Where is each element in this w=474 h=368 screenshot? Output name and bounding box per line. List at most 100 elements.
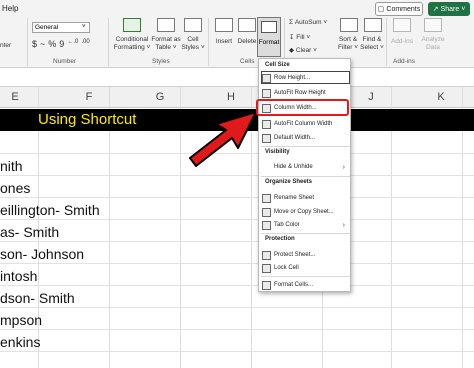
format-button[interactable]: Format [257, 17, 281, 57]
font-group-snippet: nter [0, 42, 12, 49]
comma-style-button[interactable]: 9 [59, 39, 64, 49]
comments-label: Comments [386, 5, 421, 13]
grid-line [0, 351, 474, 352]
addins-group-label: Add-ins [393, 58, 416, 65]
column-header-J[interactable]: J [356, 87, 386, 108]
menu-item-autofit-column-width[interactable]: AutoFit Column Width [262, 118, 348, 130]
share-icon: ↗ [432, 6, 439, 13]
cell-name[interactable]: eillington- Smith [0, 199, 100, 221]
analyze-data-icon [424, 18, 442, 32]
comment-icon: ▢ [377, 6, 385, 13]
autosum-label: AutoSum ˅ [294, 19, 328, 26]
column-width-highlight [256, 99, 349, 116]
menu-item-rename-sheet[interactable]: Rename Sheet [262, 192, 348, 204]
lock-cell-label: Lock Cell [274, 265, 299, 271]
format-label: Format [258, 39, 280, 46]
lock-icon [262, 263, 271, 273]
percent-button[interactable]: % [48, 39, 56, 49]
tab-color-label: Tab Color [274, 222, 300, 228]
sort-filter-icon [340, 18, 358, 32]
sort-filter-button[interactable]: Sort & Filter ˅ [335, 36, 361, 52]
comments-button[interactable]: ▢ Comments [375, 2, 423, 16]
format-icon [261, 21, 277, 33]
column-header-E[interactable]: E [0, 87, 30, 108]
cell-name[interactable]: mpson [0, 309, 42, 331]
red-arrow-icon [189, 111, 257, 167]
insert-button[interactable]: Insert [212, 38, 236, 46]
autosum-button[interactable]: Σ AutoSum ˅ [289, 19, 327, 26]
menu-item-lock-cell[interactable]: Lock Cell [262, 262, 348, 274]
fill-button[interactable]: ↧ Fill ˅ [289, 33, 310, 41]
default-width-label: Default Width... [274, 135, 316, 141]
decrease-decimal-button[interactable]: .00 [81, 39, 89, 49]
grid-line [0, 197, 474, 198]
banner-title[interactable]: Using Shortcut [38, 109, 136, 131]
menu-item-row-height[interactable]: Row Height... [262, 72, 348, 84]
insert-cells-icon [215, 18, 233, 32]
cell-name[interactable]: enkins [0, 331, 40, 353]
column-header-H[interactable]: H [216, 87, 246, 108]
fill-down-icon: ↧ [289, 34, 295, 41]
cell-styles-icon [184, 18, 202, 32]
fill-label: Fill ˅ [296, 34, 311, 41]
share-label: Share [440, 5, 460, 13]
divider [108, 18, 109, 66]
rename-sheet-label: Rename Sheet [274, 195, 315, 201]
grid-line [0, 285, 474, 286]
format-as-table-icon [157, 18, 175, 32]
currency-dropdown[interactable]: ~ [40, 39, 45, 49]
cell-name[interactable]: intosh [0, 265, 37, 287]
menu-divider [261, 276, 350, 277]
autofit-row-icon [262, 88, 271, 98]
menu-item-format-cells[interactable]: Format Cells... [262, 279, 348, 291]
analyze-data-button[interactable]: Analyze Data [418, 36, 448, 52]
menu-header-cell-size: Cell Size [265, 62, 290, 68]
menu-divider [261, 233, 350, 234]
cell-name[interactable]: dson- Smith [0, 287, 75, 309]
delete-button[interactable]: Delete [235, 38, 259, 46]
grid-line [0, 241, 474, 242]
share-button[interactable]: ↗ Share ˅ [428, 2, 470, 16]
find-select-icon [364, 18, 382, 32]
number-group-label: Number [53, 58, 77, 65]
increase-decimal-button[interactable]: ←.0 [67, 39, 78, 49]
number-format-buttons: $ ~ % 9 ←.0 .00 [32, 39, 102, 49]
rename-sheet-icon [262, 193, 271, 203]
default-width-icon [262, 133, 271, 143]
menu-header-protection: Protection [265, 236, 295, 242]
autofit-column-icon [262, 119, 271, 129]
row-height-icon [262, 73, 271, 83]
column-header-K[interactable]: K [426, 87, 456, 108]
cell-name[interactable]: son- Johnson [0, 243, 84, 265]
move-copy-icon [262, 207, 271, 217]
addins-button[interactable]: Add-ins [388, 38, 416, 46]
protect-sheet-label: Protect Sheet... [274, 252, 316, 258]
cell-name[interactable]: as- Smith [0, 221, 59, 243]
cell-name[interactable]: ones [0, 177, 30, 199]
currency-button[interactable]: $ [32, 39, 37, 49]
cell-styles-button[interactable]: Cell Styles ˅ [180, 36, 206, 52]
format-as-table-button[interactable]: Format as Table ˅ [151, 36, 181, 52]
spacer-icon [262, 163, 271, 172]
menu-header-visibility: Visibility [265, 149, 290, 155]
find-select-button[interactable]: Find & Select ˅ [359, 36, 385, 52]
conditional-formatting-button[interactable]: Conditional Formatting ˅ [112, 36, 152, 52]
menu-item-protect-sheet[interactable]: Protect Sheet... [262, 249, 348, 261]
clear-button[interactable]: ◆ Clear ˅ [289, 46, 317, 54]
menu-item-hide-unhide[interactable]: Hide & Unhide › [262, 161, 348, 173]
protect-sheet-icon [262, 250, 271, 260]
help-tab[interactable]: Help [2, 4, 18, 13]
eraser-icon: ◆ [289, 47, 294, 54]
autofit-row-label: AutoFit Row Height [274, 90, 326, 96]
format-cells-icon [262, 280, 271, 290]
conditional-formatting-icon [123, 18, 141, 32]
cell-name[interactable]: nith [0, 155, 23, 177]
menu-item-default-width[interactable]: Default Width... [262, 132, 348, 144]
column-header-G[interactable]: G [145, 87, 175, 108]
menu-divider [261, 146, 350, 147]
menu-item-move-copy-sheet[interactable]: Move or Copy Sheet... [262, 206, 348, 218]
menu-item-tab-color[interactable]: Tab Color › [262, 219, 348, 231]
column-header-F[interactable]: F [74, 87, 104, 108]
menu-item-autofit-row-height[interactable]: AutoFit Row Height [262, 87, 348, 99]
chevron-down-icon: ˅ [82, 24, 86, 30]
